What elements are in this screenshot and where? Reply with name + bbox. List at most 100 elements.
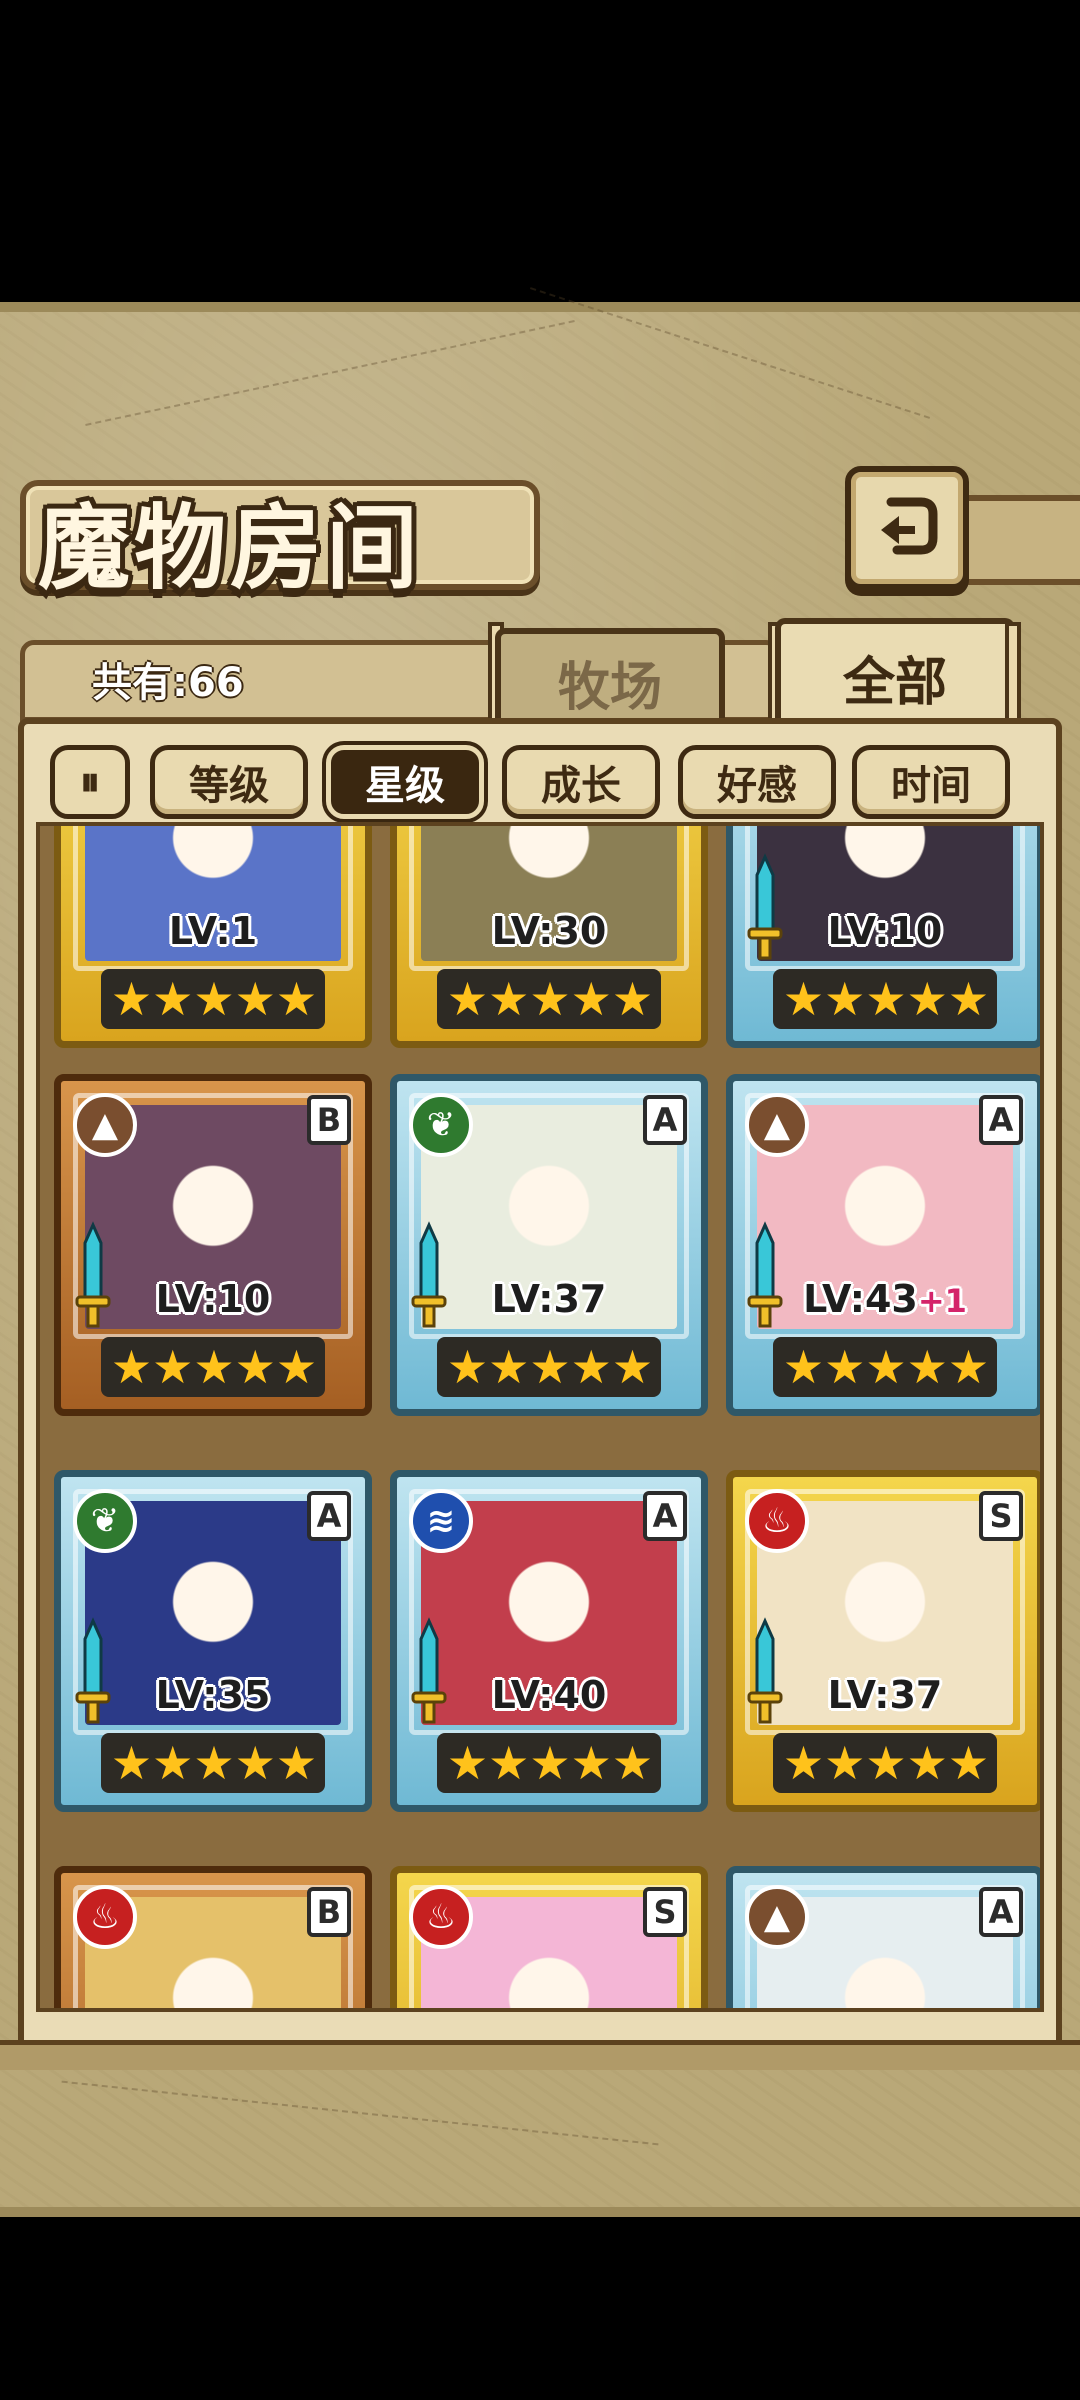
earth-element-icon: ▲ — [73, 1093, 137, 1157]
level-value: LV:37 — [827, 1673, 943, 1717]
level-value: LV:40 — [491, 1673, 607, 1717]
monster-card[interactable]: LV:30 ★ ★ ★ ★ ★ — [390, 826, 708, 1048]
level-label: LV:10 — [733, 909, 1037, 953]
rank-badge: A — [643, 1095, 687, 1145]
back-button[interactable] — [845, 466, 969, 590]
level-label: LV:10 — [61, 1277, 365, 1321]
monster-card[interactable]: ❦ A LV:37 ★ ★ ★ ★ ★ — [390, 1074, 708, 1416]
sort-button-level[interactable]: 等级 — [150, 745, 308, 819]
leaf-element-icon: ❦ — [73, 1489, 137, 1553]
star-icon: ★ — [446, 1340, 488, 1394]
level-value: LV:35 — [155, 1673, 271, 1717]
star-icon: ★ — [947, 1736, 989, 1790]
level-value: LV:37 — [491, 1277, 607, 1321]
star-icon: ★ — [865, 972, 906, 1026]
level-bonus: +1 — [917, 1282, 967, 1320]
sort-order-toggle[interactable]: ⏸ — [50, 745, 130, 819]
page-title: 魔物房间 — [38, 494, 423, 602]
map-decoration — [85, 320, 575, 426]
star-icon: ★ — [906, 1736, 948, 1790]
monster-card[interactable]: LV:10 ★ ★ ★ ★ ★ — [726, 826, 1040, 1048]
star-rating: ★ ★ ★ ★ ★ — [773, 969, 997, 1029]
star-rating: ★ ★ ★ ★ ★ — [437, 1733, 661, 1793]
back-arrow-icon — [881, 497, 938, 555]
monster-grid: LV:1 ★ ★ ★ ★ ★ LV:30 ★ ★ ★ ★ ★ LV:10 ★ ★ ★ ★ ★ ▲ B LV:10 ★ ★ ★ ★… — [36, 822, 1044, 2012]
star-rating: ★ ★ ★ ★ ★ — [101, 969, 325, 1029]
star-icon: ★ — [488, 972, 529, 1026]
star-icon: ★ — [906, 1340, 948, 1394]
star-icon: ★ — [865, 1736, 906, 1790]
monster-card[interactable]: ▲ A LV:43+1 ★ ★ ★ ★ ★ — [726, 1074, 1040, 1416]
star-icon: ★ — [110, 972, 152, 1026]
star-icon: ★ — [488, 1340, 529, 1394]
star-icon: ★ — [275, 1340, 317, 1394]
star-icon: ★ — [782, 972, 824, 1026]
monster-card[interactable]: ▲ B LV:10 ★ ★ ★ ★ ★ — [54, 1074, 372, 1416]
level-label: LV:40 — [397, 1673, 701, 1717]
monster-card[interactable]: ♨ B — [54, 1866, 372, 2008]
star-icon: ★ — [782, 1340, 824, 1394]
star-rating: ★ ★ ★ ★ ★ — [773, 1733, 997, 1793]
star-icon: ★ — [110, 1340, 152, 1394]
level-label: LV:43+1 — [733, 1277, 1037, 1321]
rank-badge: S — [979, 1491, 1023, 1541]
monster-card[interactable]: ♨ S LV:37 ★ ★ ★ ★ ★ — [726, 1470, 1040, 1812]
level-label: LV:1 — [61, 909, 365, 953]
star-icon: ★ — [570, 972, 612, 1026]
rank-badge: A — [643, 1491, 687, 1541]
star-icon: ★ — [611, 1340, 653, 1394]
star-icon: ★ — [824, 1736, 865, 1790]
star-icon: ★ — [865, 1340, 906, 1394]
star-icon: ★ — [947, 1340, 989, 1394]
sort-order-icon: ⏸ — [80, 759, 100, 805]
star-icon: ★ — [234, 972, 276, 1026]
star-icon: ★ — [529, 1736, 570, 1790]
level-label: LV:37 — [733, 1673, 1037, 1717]
back-button-rail — [968, 495, 1080, 585]
star-icon: ★ — [611, 972, 653, 1026]
fire-element-icon: ♨ — [73, 1885, 137, 1949]
sort-button-growth[interactable]: 成长 — [502, 745, 660, 819]
star-icon: ★ — [275, 972, 317, 1026]
star-icon: ★ — [824, 1340, 865, 1394]
level-value: LV:10 — [155, 1277, 271, 1321]
star-icon: ★ — [275, 1736, 317, 1790]
star-icon: ★ — [234, 1736, 276, 1790]
star-icon: ★ — [193, 972, 234, 1026]
level-value: LV:1 — [168, 909, 258, 953]
earth-element-icon: ▲ — [745, 1885, 809, 1949]
rank-badge: A — [307, 1491, 351, 1541]
earth-element-icon: ▲ — [745, 1093, 809, 1157]
level-value: LV:30 — [491, 909, 607, 953]
star-icon: ★ — [152, 1736, 193, 1790]
sort-button-affinity[interactable]: 好感 — [678, 745, 836, 819]
star-icon: ★ — [529, 1340, 570, 1394]
monster-card[interactable]: LV:1 ★ ★ ★ ★ ★ — [54, 826, 372, 1048]
rank-badge: A — [979, 1095, 1023, 1145]
leaf-element-icon: ❦ — [409, 1093, 473, 1157]
star-rating: ★ ★ ★ ★ ★ — [101, 1337, 325, 1397]
star-icon: ★ — [152, 972, 193, 1026]
monster-count: 共有:66 — [92, 660, 244, 706]
star-rating: ★ ★ ★ ★ ★ — [773, 1337, 997, 1397]
tab-all[interactable]: 全部 — [775, 618, 1015, 730]
level-value: LV:10 — [827, 909, 943, 953]
star-icon: ★ — [152, 1340, 193, 1394]
monster-card[interactable]: ♨ S — [390, 1866, 708, 2008]
monster-card[interactable]: ❦ A LV:35 ★ ★ ★ ★ ★ — [54, 1470, 372, 1812]
star-icon: ★ — [193, 1736, 234, 1790]
sort-button-time[interactable]: 时间 — [852, 745, 1010, 819]
rank-badge: B — [307, 1887, 351, 1937]
star-icon: ★ — [446, 1736, 488, 1790]
star-rating: ★ ★ ★ ★ ★ — [437, 1337, 661, 1397]
monster-card[interactable]: ▲ A — [726, 1866, 1040, 2008]
star-icon: ★ — [193, 1340, 234, 1394]
tab-farm[interactable]: 牧场 — [495, 628, 725, 730]
star-icon: ★ — [529, 972, 570, 1026]
sort-button-star[interactable]: 星级 — [326, 745, 484, 819]
rank-badge: S — [643, 1887, 687, 1937]
star-icon: ★ — [234, 1340, 276, 1394]
star-icon: ★ — [611, 1736, 653, 1790]
star-icon: ★ — [488, 1736, 529, 1790]
monster-card[interactable]: ≋ A LV:40 ★ ★ ★ ★ ★ — [390, 1470, 708, 1812]
